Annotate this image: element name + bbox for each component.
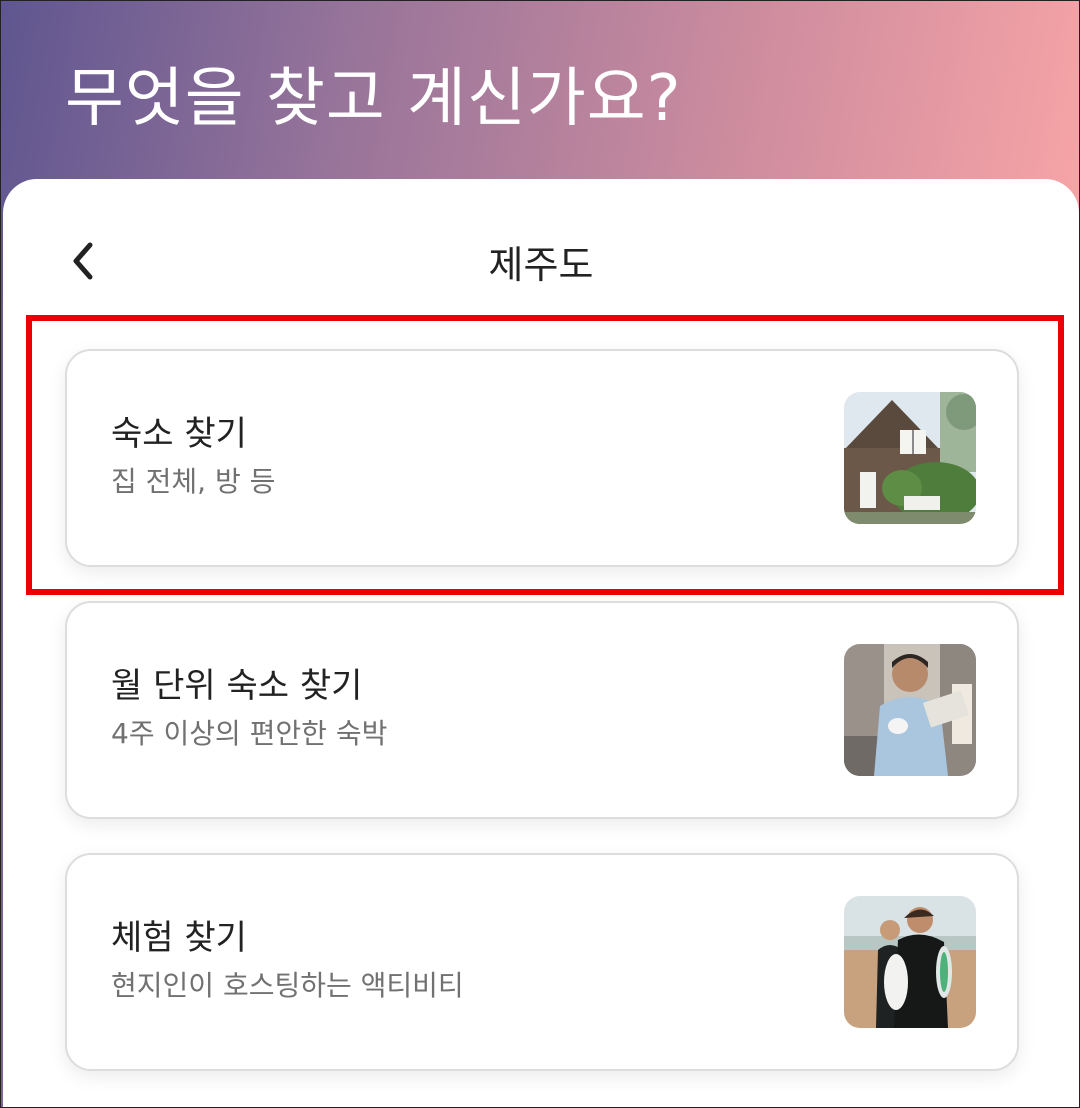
chevron-left-icon — [68, 239, 98, 287]
card-subtitle: 집 전체, 방 등 — [111, 465, 276, 498]
card-title: 체험 찾기 — [111, 918, 247, 958]
surfers-thumbnail — [844, 896, 976, 1028]
card-title: 숙소 찾기 — [111, 414, 247, 454]
find-stays-card[interactable]: 숙소 찾기 집 전체, 방 등 — [65, 349, 1019, 567]
back-button[interactable] — [57, 237, 109, 289]
location-title: 제주도 — [488, 243, 594, 287]
card-subtitle: 현지인이 호스팅하는 액티비티 — [111, 969, 464, 1002]
card-title: 월 단위 숙소 찾기 — [111, 666, 363, 706]
app-screen: 무엇을 찾고 계신가요? 제주도 숙소 찾기 집 전체, 방 등 월 단위 숙소… — [0, 0, 1080, 1108]
page-title: 무엇을 찾고 계신가요? — [65, 62, 682, 136]
card-subtitle: 4주 이상의 편안한 숙박 — [111, 717, 388, 750]
find-experiences-card[interactable]: 체험 찾기 현지인이 호스팅하는 액티비티 — [65, 853, 1019, 1071]
man-reading-thumbnail — [844, 644, 976, 776]
house-thumbnail — [844, 392, 976, 524]
find-monthly-stays-card[interactable]: 월 단위 숙소 찾기 4주 이상의 편안한 숙박 — [65, 601, 1019, 819]
